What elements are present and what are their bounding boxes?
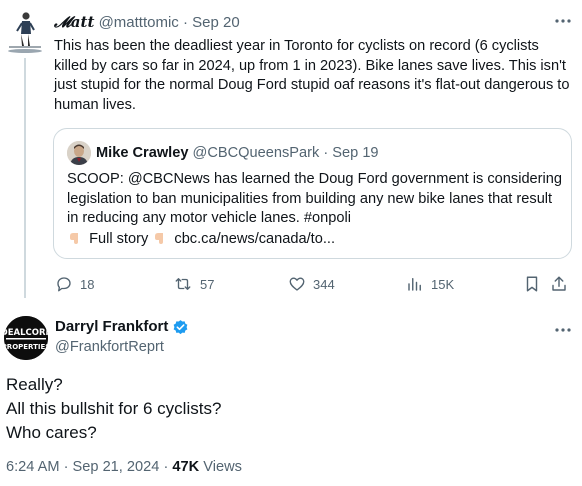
dot-separator: ·	[63, 459, 69, 475]
bookmark-button[interactable]	[524, 274, 547, 294]
quoted-tweet[interactable]: Mike Crawley @CBCQueensPark · Sep 19 SCO…	[53, 128, 572, 259]
dot-separator: ·	[182, 14, 188, 31]
more-icon[interactable]	[553, 12, 573, 30]
display-name[interactable]: 𝓜att	[54, 13, 94, 31]
tweet-darryl[interactable]: DEALCORE PROPERTIES Darryl Frankfort @Fr…	[0, 305, 582, 486]
share-icon	[552, 276, 566, 291]
tweet-meta: 6:24 AM · Sep 21, 2024 · 47K Views	[6, 458, 242, 476]
retweet-icon	[175, 278, 191, 290]
story-link[interactable]: cbc.ca/news/canada/to...	[174, 231, 335, 247]
tweet-text: This has been the deadliest year in Toro…	[54, 38, 570, 113]
views-icon	[408, 278, 421, 291]
pointing-down-hand-icon	[154, 229, 168, 245]
reply-count: 18	[80, 276, 95, 292]
quoted-body: SCOOP: @CBCNews has learned the Doug For…	[67, 171, 563, 227]
reply-icon	[57, 277, 71, 292]
views-label: Views	[203, 459, 242, 475]
retweet-count: 57	[200, 276, 215, 292]
quoted-date[interactable]: Sep 19	[332, 145, 378, 161]
tweet-line: Really?	[6, 375, 63, 394]
verified-badge-icon	[174, 319, 188, 334]
heart-icon	[289, 277, 305, 291]
tweet-matt[interactable]: 𝓜att @matttomic · Sep 20 This has been t…	[0, 0, 582, 300]
like-count: 344	[313, 276, 335, 292]
full-story-label: Full story	[89, 230, 149, 247]
avatar-logo-bottom: PROPERTIES	[4, 343, 48, 351]
display-name-text: Darryl Frankfort	[55, 318, 169, 335]
tweet-header: 𝓜att @matttomic · Sep 20	[54, 13, 240, 32]
view-count: 15K	[431, 276, 455, 292]
tweet-line: All this bullshit for 6 cyclists?	[6, 399, 222, 418]
like-button[interactable]: 344	[288, 274, 335, 294]
dot-separator: ·	[323, 145, 329, 161]
tweet-date[interactable]: Sep 21, 2024	[73, 459, 160, 475]
tweet-date[interactable]: Sep 20	[192, 14, 240, 31]
quoted-display-name[interactable]: Mike Crawley	[96, 145, 188, 161]
tweet-text: Really? All this bullshit for 6 cyclists…	[6, 373, 221, 445]
avatar-darryl-frankfort[interactable]: DEALCORE PROPERTIES	[4, 316, 48, 360]
dot-separator: ·	[163, 459, 169, 475]
display-name[interactable]: Darryl Frankfort	[55, 318, 189, 336]
avatar-logo-top: DEALCORE	[4, 328, 48, 338]
bookmark-icon	[526, 276, 538, 292]
pointing-down-hand-icon	[69, 229, 83, 245]
avatar-mike-crawley[interactable]	[67, 141, 91, 165]
quoted-tweet-text: SCOOP: @CBCNews has learned the Doug For…	[67, 170, 562, 249]
tweet-line: Who cares?	[6, 423, 97, 442]
reply-button[interactable]: 18	[55, 274, 94, 294]
views-button[interactable]: 15K	[406, 274, 454, 294]
tweet-action-bar: 18 57 344 15K	[0, 272, 582, 296]
thread-line	[24, 58, 26, 298]
retweet-button[interactable]: 57	[173, 274, 214, 294]
tweet-time[interactable]: 6:24 AM	[6, 459, 60, 475]
views-count: 47K	[172, 459, 200, 475]
handle[interactable]: @FrankfortReprt	[55, 338, 164, 356]
avatar-matt[interactable]	[6, 10, 44, 54]
quoted-handle[interactable]: @CBCQueensPark	[193, 145, 320, 161]
more-icon[interactable]	[553, 321, 573, 339]
handle[interactable]: @matttomic	[99, 14, 179, 31]
quoted-tweet-header: Mike Crawley @CBCQueensPark · Sep 19	[96, 144, 379, 162]
share-button[interactable]	[550, 274, 575, 294]
